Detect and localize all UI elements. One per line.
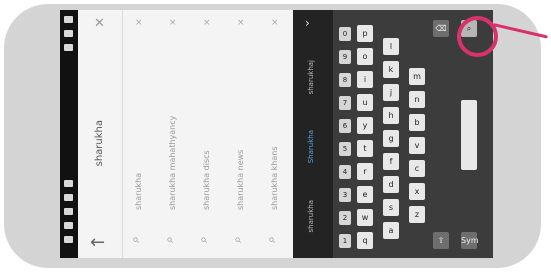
- chevron-icon[interactable]: ›: [305, 16, 310, 30]
- number-key[interactable]: 8: [339, 73, 351, 87]
- letter-key[interactable]: u: [357, 94, 373, 111]
- letter-key[interactable]: r: [357, 163, 373, 180]
- letter-key[interactable]: s: [383, 199, 399, 216]
- number-key[interactable]: 0: [339, 27, 351, 41]
- search-input[interactable]: sharukha: [94, 120, 105, 166]
- fill-query-icon[interactable]: ×: [169, 18, 177, 28]
- suggestion-item[interactable]: ⌕ sharukha news ×: [228, 10, 256, 258]
- fill-query-icon[interactable]: ×: [271, 18, 279, 28]
- suggestion-text: sharukha khans: [270, 146, 279, 211]
- search-panel: ← sharukha ✕ ⌕ sharukha × ⌕ sharukha mah…: [78, 10, 293, 258]
- letter-key[interactable]: y: [357, 117, 373, 134]
- number-key[interactable]: 2: [339, 211, 351, 225]
- search-icon: ⌕: [161, 236, 176, 243]
- fill-query-icon[interactable]: ×: [203, 18, 211, 28]
- fill-query-icon[interactable]: ×: [237, 18, 245, 28]
- notification-icon: [64, 194, 73, 201]
- search-icon: ⌕: [229, 236, 244, 243]
- highlight-circle: [457, 16, 498, 57]
- symbols-key[interactable]: Sym: [461, 232, 479, 249]
- search-icon: ⌕: [195, 236, 210, 243]
- letter-key[interactable]: b: [409, 114, 425, 131]
- signal-icon: [64, 30, 73, 37]
- shift-key[interactable]: ⇧: [433, 232, 449, 249]
- number-key[interactable]: 6: [339, 119, 351, 133]
- suggestion-item[interactable]: ⌕ sharukha discs ×: [194, 10, 222, 258]
- suggestion-text: sharukha discs: [202, 150, 211, 210]
- letter-key[interactable]: o: [357, 48, 373, 65]
- letter-key[interactable]: c: [409, 160, 425, 177]
- backspace-key[interactable]: ⌫: [433, 20, 449, 37]
- search-bar[interactable]: ← sharukha ✕: [78, 10, 123, 258]
- wifi-icon: [64, 44, 73, 51]
- keyboard-suggestion-chip[interactable]: sharukhaj: [307, 60, 315, 94]
- suggestion-item[interactable]: ⌕ sharukha mahathyancy ×: [160, 10, 188, 258]
- letter-key[interactable]: g: [383, 130, 399, 147]
- suggestion-text: sharukha: [134, 172, 143, 210]
- letter-key[interactable]: k: [383, 61, 399, 78]
- letter-key[interactable]: m: [409, 68, 425, 85]
- clear-icon[interactable]: ✕: [94, 16, 105, 31]
- letter-key[interactable]: q: [357, 232, 373, 249]
- back-arrow-icon[interactable]: ←: [90, 232, 105, 253]
- letter-key[interactable]: f: [383, 153, 399, 170]
- letter-key[interactable]: v: [409, 137, 425, 154]
- suggestion-text: sharukha mahathyancy: [168, 115, 177, 210]
- notification-icon: [64, 222, 73, 229]
- letter-key[interactable]: i: [357, 71, 373, 88]
- letter-key[interactable]: l: [383, 38, 399, 55]
- number-key[interactable]: 3: [339, 188, 351, 202]
- status-bar: [60, 10, 78, 258]
- letter-key[interactable]: j: [383, 84, 399, 101]
- battery-icon: [64, 16, 73, 23]
- number-key[interactable]: 4: [339, 165, 351, 179]
- notification-icon: [64, 208, 73, 215]
- number-key[interactable]: 9: [339, 50, 351, 64]
- phone-screen: ← sharukha ✕ ⌕ sharukha × ⌕ sharukha mah…: [60, 10, 493, 258]
- search-icon: ⌕: [127, 236, 142, 243]
- notification-icon: [64, 180, 73, 187]
- letter-key[interactable]: p: [357, 25, 373, 42]
- letter-key[interactable]: d: [383, 176, 399, 193]
- letter-key[interactable]: x: [409, 183, 425, 200]
- suggestion-item[interactable]: ⌕ sharukha ×: [126, 10, 154, 258]
- letter-key[interactable]: w: [357, 209, 373, 226]
- space-key[interactable]: [461, 100, 477, 170]
- number-key[interactable]: 5: [339, 142, 351, 156]
- keyboard-suggestion-chip[interactable]: sharukha: [307, 200, 315, 232]
- letter-key[interactable]: a: [383, 222, 399, 239]
- keyboard-suggestion-strip: › sharukha Sharukha sharukhaj: [293, 10, 333, 258]
- fill-query-icon[interactable]: ×: [135, 18, 143, 28]
- letter-key[interactable]: z: [409, 206, 425, 223]
- letter-key[interactable]: e: [357, 186, 373, 203]
- number-key[interactable]: 1: [339, 234, 351, 248]
- letter-key[interactable]: t: [357, 140, 373, 157]
- notification-icon: [64, 236, 73, 243]
- number-key[interactable]: 7: [339, 96, 351, 110]
- search-icon: ⌕: [263, 236, 278, 243]
- suggestion-text: sharukha news: [236, 149, 245, 210]
- letter-key[interactable]: h: [383, 107, 399, 124]
- suggestion-item[interactable]: ⌕ sharukha khans ×: [262, 10, 290, 258]
- keyboard-suggestion-chip[interactable]: Sharukha: [307, 130, 315, 163]
- letter-key[interactable]: n: [409, 91, 425, 108]
